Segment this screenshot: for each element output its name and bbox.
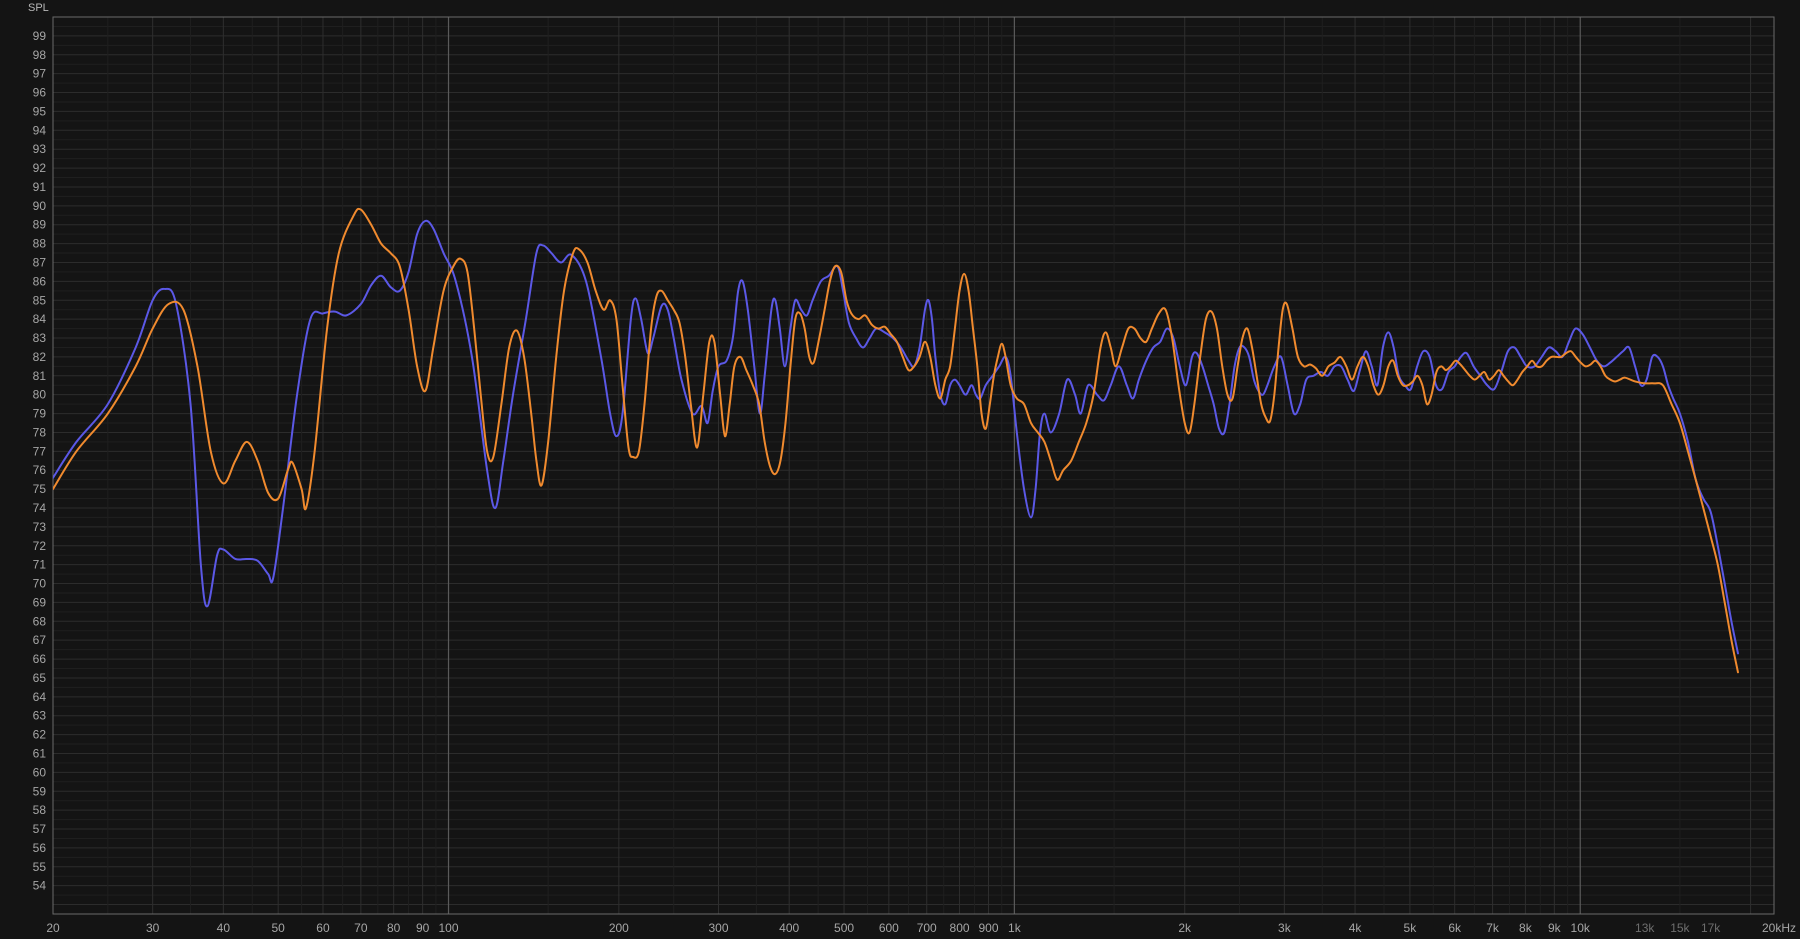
- x-tick-label: 600: [879, 921, 899, 935]
- chart-background: [0, 0, 1800, 939]
- x-tick-label: 20: [46, 921, 60, 935]
- y-tick-label: 96: [33, 86, 47, 100]
- y-tick-label: 58: [33, 803, 47, 817]
- x-tick-label: 2k: [1178, 921, 1192, 935]
- x-tick-label: 3k: [1278, 921, 1292, 935]
- y-tick-label: 66: [33, 652, 47, 666]
- y-tick-label: 63: [33, 709, 47, 723]
- x-tick-label: 700: [917, 921, 937, 935]
- y-axis-label: SPL: [28, 2, 49, 14]
- y-tick-label: 83: [33, 331, 47, 345]
- x-tick-label: 90: [416, 921, 430, 935]
- y-tick-label: 87: [33, 255, 47, 269]
- x-tick-label: 17k: [1701, 921, 1721, 935]
- x-tick-label: 15k: [1670, 921, 1690, 935]
- x-tick-label: 5k: [1404, 921, 1418, 935]
- x-tick-label: 80: [387, 921, 401, 935]
- x-tick-label: 6k: [1448, 921, 1462, 935]
- y-tick-label: 81: [33, 369, 47, 383]
- y-tick-label: 61: [33, 746, 47, 760]
- x-tick-label: 400: [779, 921, 799, 935]
- x-tick-label: 300: [708, 921, 728, 935]
- y-tick-label: 86: [33, 274, 47, 288]
- y-tick-label: 88: [33, 237, 47, 251]
- y-tick-label: 75: [33, 482, 47, 496]
- y-tick-label: 77: [33, 444, 47, 458]
- y-tick-label: 64: [33, 690, 47, 704]
- y-tick-label: 54: [33, 879, 47, 893]
- y-tick-label: 74: [33, 501, 47, 515]
- y-tick-label: 60: [33, 765, 47, 779]
- y-tick-label: 55: [33, 860, 47, 874]
- y-tick-label: 65: [33, 671, 47, 685]
- y-tick-label: 59: [33, 784, 47, 798]
- y-tick-label: 80: [33, 388, 47, 402]
- y-tick-label: 79: [33, 407, 47, 421]
- y-tick-label: 95: [33, 104, 47, 118]
- y-tick-label: 94: [33, 123, 47, 137]
- y-tick-label: 69: [33, 595, 47, 609]
- x-tick-label: 20kHz: [1762, 921, 1796, 935]
- y-tick-label: 72: [33, 539, 47, 553]
- x-tick-label: 70: [354, 921, 368, 935]
- y-tick-label: 68: [33, 614, 47, 628]
- y-tick-label: 82: [33, 350, 47, 364]
- x-tick-label: 9k: [1548, 921, 1562, 935]
- y-tick-label: 85: [33, 293, 47, 307]
- x-tick-label: 900: [978, 921, 998, 935]
- x-tick-label: 10k: [1571, 921, 1591, 935]
- y-tick-label: 99: [33, 29, 47, 43]
- y-tick-label: 62: [33, 728, 47, 742]
- y-tick-label: 76: [33, 463, 47, 477]
- x-tick-label: 7k: [1486, 921, 1500, 935]
- y-tick-label: 98: [33, 48, 47, 62]
- x-tick-label: 800: [950, 921, 970, 935]
- x-tick-label: 4k: [1349, 921, 1363, 935]
- x-tick-label: 500: [834, 921, 854, 935]
- x-tick-label: 8k: [1519, 921, 1533, 935]
- x-tick-label: 30: [146, 921, 160, 935]
- x-tick-label: 100: [439, 921, 459, 935]
- y-tick-label: 71: [33, 558, 47, 572]
- y-tick-label: 57: [33, 822, 47, 836]
- y-tick-label: 70: [33, 577, 47, 591]
- y-tick-label: 91: [33, 180, 47, 194]
- y-tick-label: 92: [33, 161, 47, 175]
- x-tick-label: 200: [609, 921, 629, 935]
- y-tick-label: 78: [33, 425, 47, 439]
- y-tick-label: 56: [33, 841, 47, 855]
- y-tick-label: 67: [33, 633, 47, 647]
- x-tick-label: 40: [217, 921, 231, 935]
- frequency-response-chart: SPL 54 55 56 57 58 59 60 61 62 63 64 65 66 67 68 69 70 71…: [0, 0, 1800, 939]
- y-tick-label: 93: [33, 142, 47, 156]
- x-tick-label: 60: [316, 921, 330, 935]
- y-tick-label: 97: [33, 67, 47, 81]
- x-tick-label: 13k: [1635, 921, 1655, 935]
- y-tick-label: 84: [33, 312, 47, 326]
- x-tick-label: 1k: [1008, 921, 1022, 935]
- y-tick-label: 89: [33, 218, 47, 232]
- y-tick-label: 73: [33, 520, 47, 534]
- y-tick-label: 90: [33, 199, 47, 213]
- x-tick-label: 50: [271, 921, 285, 935]
